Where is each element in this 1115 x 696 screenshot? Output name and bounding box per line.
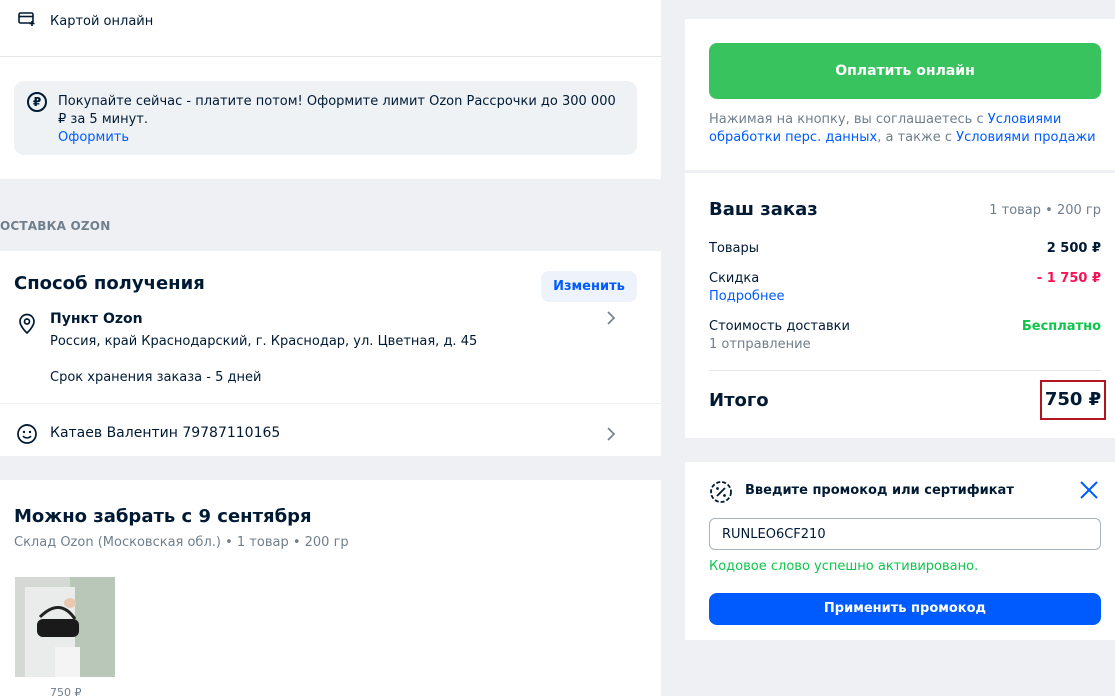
installment-apply-link[interactable]: Оформить [58,129,628,147]
close-icon[interactable] [1079,480,1099,504]
chevron-right-icon[interactable] [606,309,616,330]
pickup-point-name: Пункт Ozon [50,311,143,327]
installment-banner: ₽ Покупайте сейчас - платите потом! Офор… [14,81,637,155]
goods-value: 2 500 ₽ [1046,241,1101,256]
product-price: 750 ₽ [50,686,82,696]
promo-title: Введите промокод или сертификат [745,483,1014,498]
order-title: Ваш заказ [709,199,818,220]
agreement-prefix: Нажимая на кнопку, вы соглашаетесь с [709,112,988,127]
delivery-section-title: ОСТАВКА OZON [0,219,111,233]
ruble-icon: ₽ [27,92,47,112]
card-add-icon [18,11,36,31]
payment-method-row[interactable]: Картой онлайн [18,11,153,31]
shipments-count: 1 отправление [709,337,811,352]
delivery-method-title: Способ получения [14,273,205,294]
agreement-mid: , а также с [877,130,957,145]
promo-success-message: Кодовое слово успешно активировано. [709,559,979,574]
divider [0,403,661,404]
divider [0,56,661,57]
recipient-info: Катаев Валентин 79787110165 [50,425,281,441]
change-delivery-button[interactable]: Изменить [541,271,637,302]
delivery-method-card: Способ получения Изменить Пункт Ozon Рос… [0,251,661,456]
total-value: 750 ₽ [1040,380,1106,420]
pay-online-button[interactable]: Оплатить онлайн [709,43,1101,99]
product-thumbnail[interactable] [15,577,115,677]
sale-terms-link[interactable]: Условиями продажи [956,130,1095,145]
pickup-shipment-card: Можно забрать с 9 сентября Склад Ozon (М… [0,480,661,696]
percent-icon [709,480,733,508]
order-summary-card: Ваш заказ 1 товар • 200 гр Товары 2 500 … [685,173,1115,438]
installment-banner-text: Покупайте сейчас - платите потом! Оформи… [58,94,616,127]
order-meta: 1 товар • 200 гр [989,203,1101,218]
discount-value: - 1 750 ₽ [1036,271,1101,286]
delivery-cost-label: Стоимость доставки [709,319,850,334]
warehouse-info: Склад Ozon (Московская обл.) • 1 товар •… [14,535,349,550]
storage-period: Срок хранения заказа - 5 дней [50,370,262,385]
chevron-right-icon[interactable] [606,425,616,446]
delivery-cost-value: Бесплатно [1021,319,1101,334]
checkout-card: Оплатить онлайн Нажимая на кнопку, вы со… [685,19,1115,170]
location-pin-icon [18,313,36,339]
apply-promo-button[interactable]: Применить промокод [709,593,1101,625]
divider [709,370,1101,371]
discount-label: Скидка [709,271,760,286]
pickup-point-address: Россия, край Краснодарский, г. Краснодар… [50,334,478,349]
pickup-date-title: Можно забрать с 9 сентября [14,506,312,527]
goods-label: Товары [709,241,760,256]
payment-method-card: Картой онлайн ₽ Покупайте сейчас - плати… [0,0,661,179]
promo-code-input[interactable] [709,518,1101,550]
user-smile-icon [16,423,38,449]
total-label: Итого [709,390,769,411]
promo-code-card: Введите промокод или сертификат Кодовое … [685,462,1115,640]
payment-method-label: Картой онлайн [50,13,154,29]
agreement-text: Нажимая на кнопку, вы соглашаетесь с Усл… [709,111,1109,147]
discount-details-link[interactable]: Подробнее [709,289,784,304]
